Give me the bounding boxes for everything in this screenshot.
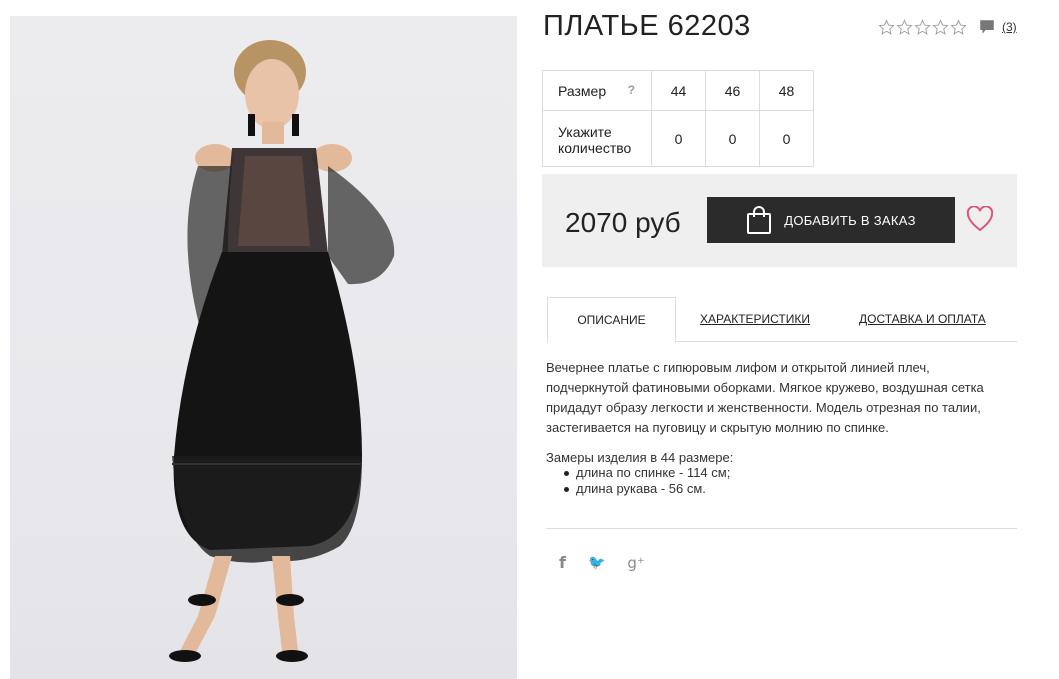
product-title: ПЛАТЬЕ 62203 <box>543 10 751 42</box>
heart-icon[interactable] <box>966 206 994 232</box>
product-description: Вечернее платье с гипюровым лифом и откр… <box>546 360 984 435</box>
size-help-icon[interactable]: ? <box>628 83 635 97</box>
product-rating[interactable]: (3) <box>878 18 1017 36</box>
dress-illustration <box>169 40 395 662</box>
star-icon[interactable] <box>896 18 913 36</box>
star-icon[interactable] <box>950 18 967 36</box>
star-icon[interactable] <box>878 18 895 36</box>
size-46[interactable]: 46 <box>705 70 760 111</box>
size-48[interactable]: 48 <box>759 70 814 111</box>
twitter-icon[interactable]: 🐦 <box>588 555 605 571</box>
list-item: длина по спинке - 114 см; <box>564 465 733 481</box>
divider <box>546 528 1017 529</box>
size-44[interactable]: 44 <box>651 70 706 111</box>
product-tabs: ОПИСАНИЕ ХАРАКТЕРИСТИКИ ДОСТАВКА И ОПЛАТ… <box>547 297 1017 343</box>
measures-list: длина по спинке - 114 см; длина рукава -… <box>564 465 733 497</box>
facebook-icon[interactable]: f <box>559 553 566 572</box>
size-label: Размер <box>558 82 607 99</box>
quantity-input-46[interactable]: 0 <box>705 110 760 167</box>
measures-block: Замеры изделия в 44 размере: длина по сп… <box>546 448 733 497</box>
product-price: 2070 руб <box>565 207 681 238</box>
size-row: Размер ? 44 46 48 <box>542 70 814 111</box>
tab-characteristics[interactable]: ХАРАКТЕРИСТИКИ <box>700 297 810 342</box>
comment-icon[interactable] <box>978 18 996 36</box>
product-photo[interactable] <box>10 16 517 679</box>
buy-panel: 2070 руб ДОБАВИТЬ В ЗАКАЗ <box>542 174 1017 267</box>
quantity-input-48[interactable]: 0 <box>759 110 814 167</box>
social-share: f 🐦 g⁺ <box>559 553 667 572</box>
size-table: Размер ? 44 46 48 Укажите количество 0 0… <box>542 70 814 167</box>
list-item: длина рукава - 56 см. <box>564 481 733 497</box>
quantity-row: Укажите количество 0 0 0 <box>542 110 814 167</box>
quantity-input-44[interactable]: 0 <box>651 110 706 167</box>
shopping-bag-icon <box>747 206 772 234</box>
review-count-link[interactable]: (3) <box>1002 20 1017 34</box>
google-plus-icon[interactable]: g⁺ <box>627 554 644 572</box>
star-icon[interactable] <box>932 18 949 36</box>
add-to-order-label: ДОБАВИТЬ В ЗАКАЗ <box>784 212 916 228</box>
tab-description[interactable]: ОПИСАНИЕ <box>547 297 676 343</box>
add-to-order-button[interactable]: ДОБАВИТЬ В ЗАКАЗ <box>707 197 955 243</box>
quantity-label: Укажите количество <box>542 110 652 167</box>
tab-delivery-payment[interactable]: ДОСТАВКА И ОПЛАТА <box>859 297 986 342</box>
size-label-cell: Размер ? <box>542 70 652 111</box>
star-icon[interactable] <box>914 18 931 36</box>
